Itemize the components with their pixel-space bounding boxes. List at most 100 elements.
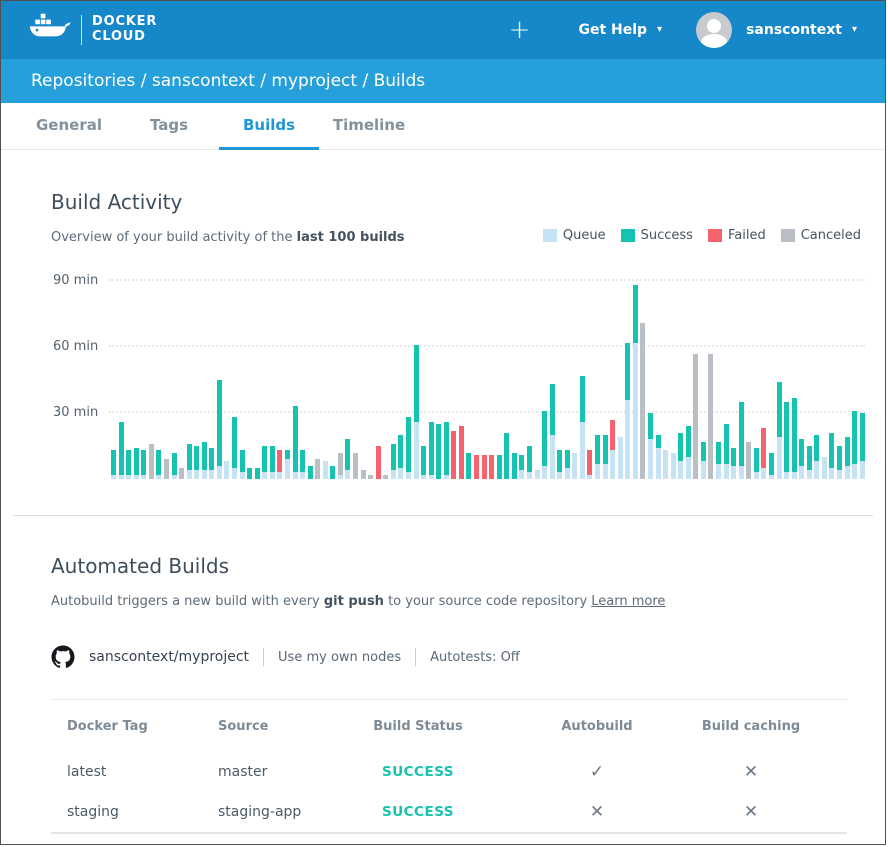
build-status-cell[interactable]: SUCCESS	[338, 764, 498, 780]
build-bar[interactable]	[610, 420, 615, 479]
build-bar[interactable]	[308, 466, 313, 479]
tab-tags[interactable]: Tags	[119, 103, 219, 150]
tab-builds[interactable]: Builds	[219, 103, 319, 150]
build-bar[interactable]	[444, 422, 449, 479]
get-help-menu[interactable]: Get Help ▾	[578, 22, 662, 38]
build-bar[interactable]	[224, 461, 229, 479]
build-bar[interactable]	[663, 450, 668, 479]
build-bar[interactable]	[164, 459, 169, 479]
table-row[interactable]: latest master SUCCESS ✓ ✕	[51, 752, 847, 792]
build-bar[interactable]	[860, 413, 865, 479]
autobuild-toggle[interactable]: ✕	[498, 802, 696, 822]
autobuild-toggle[interactable]: ✓	[498, 762, 696, 782]
build-bar[interactable]	[141, 450, 146, 479]
build-bar[interactable]	[149, 444, 154, 479]
build-bar[interactable]	[565, 450, 570, 479]
build-bar[interactable]	[489, 455, 494, 479]
build-bar[interactable]	[625, 343, 630, 479]
build-bar[interactable]	[504, 433, 509, 479]
build-bar[interactable]	[232, 417, 237, 479]
build-bar[interactable]	[640, 323, 645, 479]
build-bar[interactable]	[451, 431, 456, 479]
build-bar[interactable]	[550, 384, 555, 479]
build-bar[interactable]	[769, 453, 774, 479]
build-bar[interactable]	[187, 444, 192, 479]
user-menu[interactable]: sanscontext ▾	[696, 12, 857, 48]
build-bar[interactable]	[353, 453, 358, 479]
build-bar[interactable]	[338, 453, 343, 479]
build-bar[interactable]	[557, 450, 562, 479]
build-bar[interactable]	[240, 450, 245, 479]
build-bar[interactable]	[134, 448, 139, 479]
build-bar[interactable]	[542, 411, 547, 479]
learn-more-link[interactable]: Learn more	[591, 594, 665, 609]
build-bar[interactable]	[519, 455, 524, 479]
build-bar[interactable]	[686, 426, 691, 479]
build-bar[interactable]	[398, 435, 403, 479]
build-bar[interactable]	[693, 354, 698, 479]
build-bar[interactable]	[459, 426, 464, 479]
build-bar[interactable]	[247, 468, 252, 479]
build-bar[interactable]	[345, 439, 350, 479]
build-bar[interactable]	[731, 448, 736, 479]
build-bar[interactable]	[126, 450, 131, 479]
build-bar[interactable]	[202, 442, 207, 479]
build-bar[interactable]	[285, 450, 290, 479]
build-bar[interactable]	[300, 450, 305, 479]
build-bar[interactable]	[414, 345, 419, 479]
build-bar[interactable]	[603, 435, 608, 479]
tab-timeline[interactable]: Timeline	[319, 103, 419, 150]
chart-plot[interactable]	[111, 269, 865, 479]
build-bar[interactable]	[845, 437, 850, 479]
tab-general[interactable]: General	[19, 103, 119, 150]
build-bar[interactable]	[746, 442, 751, 479]
build-bar[interactable]	[330, 466, 335, 479]
table-row[interactable]: staging staging-app SUCCESS ✕ ✕	[51, 792, 847, 832]
build-bar[interactable]	[761, 428, 766, 479]
build-bar[interactable]	[587, 450, 592, 479]
build-bar[interactable]	[716, 442, 721, 479]
build-bar[interactable]	[421, 446, 426, 479]
build-bar[interactable]	[156, 450, 161, 479]
build-bar[interactable]	[436, 424, 441, 479]
docker-cloud-logo[interactable]: DOCKER CLOUD	[29, 12, 157, 48]
build-bar[interactable]	[527, 446, 532, 479]
build-bar[interactable]	[194, 446, 199, 479]
build-bar[interactable]	[572, 453, 577, 479]
create-plus-button[interactable]: +	[509, 17, 531, 43]
build-bar[interactable]	[724, 424, 729, 479]
build-bar[interactable]	[671, 453, 676, 479]
build-bar[interactable]	[429, 422, 434, 479]
build-bar[interactable]	[656, 435, 661, 479]
build-bar[interactable]	[406, 417, 411, 479]
build-bar[interactable]	[701, 442, 706, 479]
build-bar[interactable]	[852, 411, 857, 479]
build-bar[interactable]	[270, 446, 275, 479]
build-bar[interactable]	[466, 453, 471, 479]
build-bar[interactable]	[262, 446, 267, 479]
build-bar[interactable]	[739, 402, 744, 479]
use-own-nodes-option[interactable]: Use my own nodes	[278, 650, 401, 665]
build-bar[interactable]	[497, 455, 502, 479]
build-bar[interactable]	[799, 439, 804, 479]
build-bar[interactable]	[482, 455, 487, 479]
build-bar[interactable]	[179, 468, 184, 479]
build-bar[interactable]	[829, 433, 834, 479]
build-bar[interactable]	[822, 457, 827, 479]
build-bar[interactable]	[474, 455, 479, 479]
build-bar[interactable]	[512, 453, 517, 479]
build-bar[interactable]	[293, 406, 298, 479]
build-bar[interactable]	[323, 461, 328, 479]
build-bar[interactable]	[595, 435, 600, 479]
build-bar[interactable]	[361, 470, 366, 479]
build-bar[interactable]	[209, 448, 214, 479]
build-bar[interactable]	[255, 468, 260, 479]
build-bar[interactable]	[376, 446, 381, 479]
build-bar[interactable]	[814, 435, 819, 479]
build-bar[interactable]	[708, 354, 713, 479]
build-bar[interactable]	[618, 437, 623, 479]
build-bar[interactable]	[807, 446, 812, 479]
build-bar[interactable]	[172, 453, 177, 479]
build-caching-toggle[interactable]: ✕	[696, 762, 839, 782]
source-repo-name[interactable]: sanscontext/myproject	[89, 649, 249, 665]
